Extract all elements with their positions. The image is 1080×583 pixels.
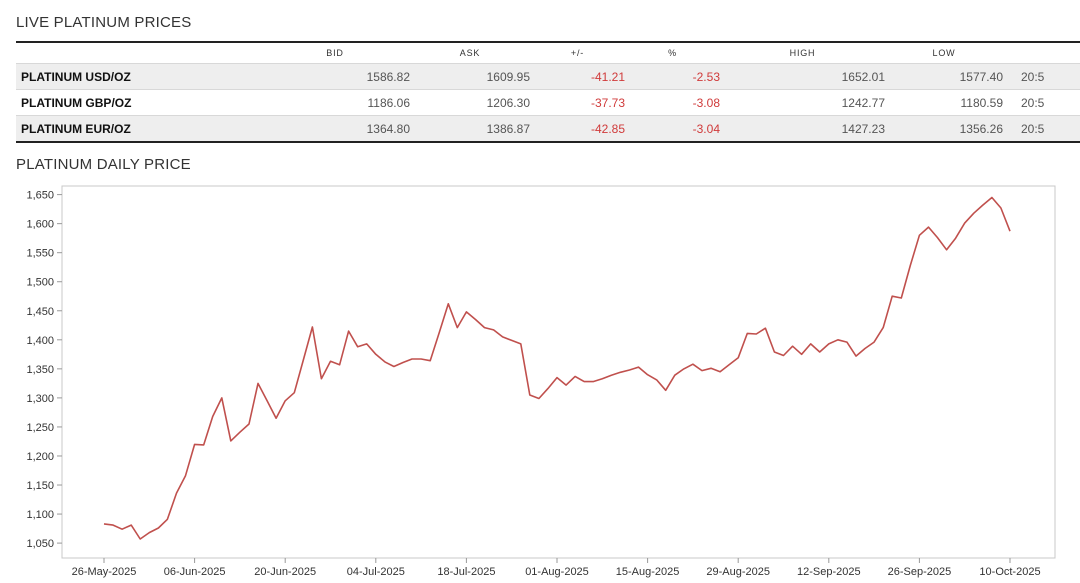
x-tick-label: 04-Jul-2025 bbox=[347, 566, 405, 578]
y-tick-label: 1,150 bbox=[26, 480, 54, 492]
y-tick-label: 1,050 bbox=[26, 538, 54, 550]
time-value: 20:5 bbox=[1021, 121, 1045, 136]
y-tick-label: 1,400 bbox=[26, 335, 54, 347]
y-axis: 1,050 1,100 1,150 1,200 1,250 1,300 1,350 1,400… bbox=[26, 190, 62, 550]
x-tick-label: 26-May-2025 bbox=[72, 566, 137, 578]
y-tick-label: 1,450 bbox=[26, 306, 54, 318]
table-row[interactable]: PLATINUM EUR/OZ 1364.80 1386.87 -42.85 -… bbox=[16, 115, 1080, 143]
price-chart: 1,050 1,100 1,150 1,200 1,250 1,300 1,350 1,400… bbox=[0, 180, 1080, 583]
x-tick-label: 29-Aug-2025 bbox=[706, 566, 770, 578]
x-tick-label: 20-Jun-2025 bbox=[254, 566, 316, 578]
high-value: 1242.77 bbox=[841, 95, 885, 110]
x-tick-label: 06-Jun-2025 bbox=[164, 566, 226, 578]
table-header-row: BID ASK +/- % HIGH LOW bbox=[16, 42, 1080, 64]
price-chart-svg: 1,050 1,100 1,150 1,200 1,250 1,300 1,350 1,400… bbox=[26, 185, 1056, 578]
x-tick-label: 12-Sep-2025 bbox=[797, 566, 861, 578]
y-tick-label: 1,350 bbox=[26, 364, 54, 376]
bid-value: 1586.82 bbox=[366, 69, 410, 84]
table-row[interactable]: PLATINUM GBP/OZ 1186.06 1206.30 -37.73 -… bbox=[16, 89, 1080, 116]
y-tick-label: 1,550 bbox=[26, 248, 54, 260]
header-bid: BID bbox=[326, 48, 344, 58]
change-value: -41.21 bbox=[590, 69, 625, 84]
ask-value: 1386.87 bbox=[486, 121, 530, 136]
low-value: 1180.59 bbox=[960, 95, 1004, 110]
y-tick-label: 1,300 bbox=[26, 393, 54, 405]
high-value: 1652.01 bbox=[841, 69, 885, 84]
low-value: 1356.26 bbox=[959, 121, 1003, 136]
table-row[interactable]: PLATINUM USD/OZ 1586.82 1609.95 -41.21 -… bbox=[16, 63, 1080, 90]
header-low: LOW bbox=[932, 48, 956, 58]
time-value: 20:5 bbox=[1021, 69, 1045, 84]
y-tick-label: 1,250 bbox=[26, 422, 54, 434]
change-value: -37.73 bbox=[590, 95, 625, 110]
live-prices-title: LIVE PLATINUM PRICES bbox=[16, 14, 192, 31]
metal-name[interactable]: PLATINUM GBP/OZ bbox=[16, 90, 260, 116]
chart-title: PLATINUM DAILY PRICE bbox=[16, 156, 191, 173]
percent-value: -3.04 bbox=[692, 121, 720, 136]
ask-value: 1206.30 bbox=[486, 95, 530, 110]
x-tick-label: 15-Aug-2025 bbox=[616, 566, 680, 578]
y-tick-label: 1,200 bbox=[26, 451, 54, 463]
header-change: +/- bbox=[570, 48, 585, 58]
metal-name[interactable]: PLATINUM USD/OZ bbox=[16, 64, 260, 90]
y-tick-label: 1,600 bbox=[26, 219, 54, 231]
low-value: 1577.40 bbox=[959, 69, 1003, 84]
y-tick-label: 1,650 bbox=[26, 190, 54, 202]
y-tick-label: 1,100 bbox=[26, 509, 54, 521]
x-tick-label: 10-Oct-2025 bbox=[979, 566, 1040, 578]
x-axis: 26-May-2025 06-Jun-2025 20-Jun-2025 04-Jul-… bbox=[72, 558, 1041, 578]
x-tick-label: 01-Aug-2025 bbox=[525, 566, 589, 578]
live-prices-table: BID ASK +/- % HIGH LOW PLATINUM USD/OZ 1… bbox=[16, 41, 1080, 143]
x-tick-label: 26-Sep-2025 bbox=[888, 566, 952, 578]
bid-value: 1364.80 bbox=[366, 121, 410, 136]
y-tick-label: 1,500 bbox=[26, 277, 54, 289]
header-percent: % bbox=[668, 48, 677, 58]
ask-value: 1609.95 bbox=[486, 69, 530, 84]
plot-frame bbox=[61, 185, 1056, 559]
high-value: 1427.23 bbox=[841, 121, 885, 136]
metal-name[interactable]: PLATINUM EUR/OZ bbox=[16, 116, 260, 143]
change-value: -42.85 bbox=[590, 121, 625, 136]
header-time bbox=[1003, 42, 1080, 64]
header-high: HIGH bbox=[789, 48, 816, 58]
time-value: 20:5 bbox=[1021, 95, 1045, 110]
percent-value: -3.08 bbox=[692, 95, 720, 110]
x-tick-label: 18-Jul-2025 bbox=[437, 566, 495, 578]
header-ask: ASK bbox=[459, 48, 481, 58]
percent-value: -2.53 bbox=[692, 69, 720, 84]
header-name bbox=[16, 42, 260, 64]
bid-value: 1186.06 bbox=[367, 95, 411, 110]
